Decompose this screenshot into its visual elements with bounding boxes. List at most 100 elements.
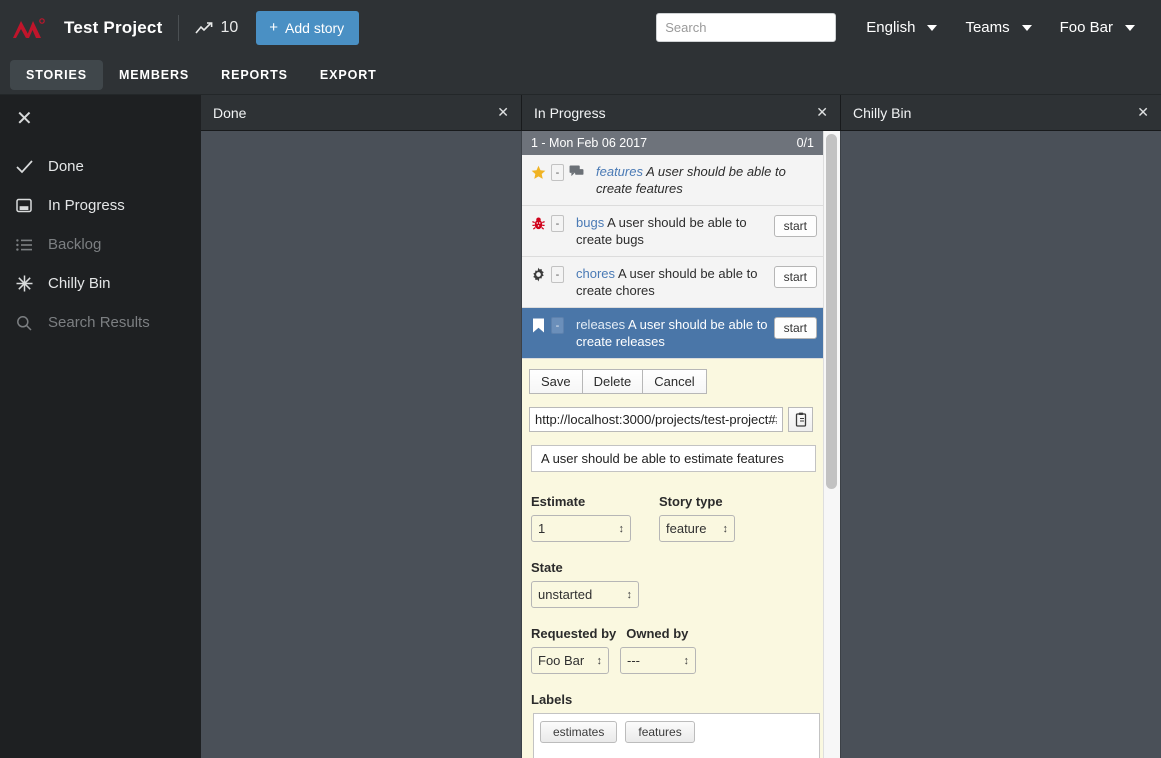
state-label: State <box>531 560 816 575</box>
board: Done ✕ In Progress ✕ 1 - Mon Feb 06 2017… <box>201 95 1161 758</box>
iteration-label: 1 - Mon Feb 06 2017 <box>531 136 647 150</box>
story-type-tag: releases <box>576 317 625 332</box>
teams-label: Teams <box>965 19 1009 36</box>
close-icon[interactable]: ✕ <box>1137 104 1149 121</box>
requested-by-label: Requested by <box>531 626 616 641</box>
sidebar-item-backlog[interactable]: Backlog <box>0 225 201 264</box>
teams-dropdown[interactable]: Teams <box>951 19 1045 36</box>
story-type-tag: bugs <box>576 215 604 230</box>
fulcrum-logo[interactable] <box>4 17 54 39</box>
story-start-button[interactable]: start <box>774 215 817 237</box>
column-header: Done ✕ <box>201 95 522 131</box>
estimate-select[interactable]: 1 <box>531 515 631 542</box>
owned-by-select[interactable]: --- <box>620 647 696 674</box>
story-icons: - <box>530 316 564 334</box>
story-text: features A user should be able to create… <box>596 163 813 197</box>
sidebar-item-label: Backlog <box>48 236 101 253</box>
story-type-tag: features <box>596 164 643 179</box>
story-row[interactable]: - releases A user should be able to crea… <box>522 308 823 359</box>
requested-by-select[interactable]: Foo Bar <box>531 647 609 674</box>
scrollbar-thumb[interactable] <box>826 134 837 489</box>
user-dropdown[interactable]: Foo Bar <box>1046 19 1149 36</box>
chevron-down-icon <box>1022 25 1032 31</box>
sidebar-item-in-progress[interactable]: In Progress <box>0 186 201 225</box>
column-chilly-bin: Chilly Bin ✕ <box>841 95 1161 758</box>
chevron-down-icon <box>1125 25 1135 31</box>
column-title: Chilly Bin <box>853 105 911 121</box>
tab-members[interactable]: MEMBERS <box>103 60 205 90</box>
labels-label: Labels <box>531 692 816 707</box>
clipboard-icon[interactable] <box>788 407 813 432</box>
bug-icon <box>530 216 546 232</box>
story-type-select[interactable]: feature <box>659 515 735 542</box>
story-start-button[interactable]: start <box>774 266 817 288</box>
label-chip[interactable]: features <box>625 721 694 743</box>
story-url-row <box>529 407 816 432</box>
top-navbar: Test Project 10 + Add story English Team… <box>0 0 1161 55</box>
sidebar-item-chilly-bin[interactable]: Chilly Bin <box>0 264 201 303</box>
stories-scroll-area: 1 - Mon Feb 06 2017 0/1 - <box>522 131 823 758</box>
story-icons: - <box>530 265 564 283</box>
sidebar-item-label: Search Results <box>48 314 150 331</box>
story-row[interactable]: - bugs A user should be able to create b… <box>522 206 823 257</box>
comment-icon <box>569 165 584 180</box>
snowflake-icon <box>0 275 48 292</box>
delete-button[interactable]: Delete <box>582 369 644 394</box>
story-estimate[interactable]: - <box>551 317 564 334</box>
story-edit-form: Save Delete Cancel <box>522 359 823 758</box>
title-divider <box>178 15 179 41</box>
state-group: State unstarted <box>531 560 816 608</box>
bookmark-icon <box>530 318 546 334</box>
close-icon[interactable]: ✕ <box>497 104 509 121</box>
list-icon <box>0 239 48 251</box>
sidebar-item-done[interactable]: Done <box>0 147 201 186</box>
save-button[interactable]: Save <box>529 369 583 394</box>
cancel-button[interactable]: Cancel <box>642 369 706 394</box>
scrollbar-track[interactable] <box>823 131 840 758</box>
plus-icon: + <box>269 20 278 35</box>
velocity-indicator: 10 <box>195 19 238 37</box>
label-chip[interactable]: estimates <box>540 721 617 743</box>
sidebar-item-label: In Progress <box>48 197 125 214</box>
language-dropdown[interactable]: English <box>836 19 951 36</box>
user-label: Foo Bar <box>1060 19 1113 36</box>
trend-up-icon <box>195 21 214 35</box>
story-estimate[interactable]: - <box>551 266 564 283</box>
sidebar-close-icon[interactable]: ✕ <box>0 95 46 129</box>
close-icon[interactable]: ✕ <box>816 104 828 121</box>
story-text: releases A user should be able to create… <box>576 316 770 350</box>
language-label: English <box>866 19 915 36</box>
iteration-header: 1 - Mon Feb 06 2017 0/1 <box>522 131 823 155</box>
sidebar-item-list: Done In Progress Backlog <box>0 147 201 342</box>
search-input[interactable] <box>656 13 836 42</box>
column-header: In Progress ✕ <box>522 95 841 131</box>
tab-stories[interactable]: STORIES <box>10 60 103 90</box>
tab-reports[interactable]: REPORTS <box>205 60 304 90</box>
column-in-progress: In Progress ✕ 1 - Mon Feb 06 2017 0/1 - <box>522 95 841 758</box>
form-action-buttons: Save Delete Cancel <box>529 369 816 394</box>
search-icon <box>0 315 48 331</box>
tab-export[interactable]: EXPORT <box>304 60 393 90</box>
story-type-tag: chores <box>576 266 615 281</box>
sidebar-item-label: Done <box>48 158 84 175</box>
add-story-button[interactable]: + Add story <box>256 11 359 45</box>
add-story-label: Add story <box>285 20 344 36</box>
story-estimate[interactable]: - <box>551 215 564 232</box>
column-body: 1 - Mon Feb 06 2017 0/1 - <box>522 131 841 758</box>
star-icon <box>530 165 546 181</box>
story-row[interactable]: - chores A user should be able to create… <box>522 257 823 308</box>
state-select[interactable]: unstarted <box>531 581 639 608</box>
story-text: bugs A user should be able to create bug… <box>576 214 770 248</box>
labels-input[interactable]: estimates features <box>533 713 820 758</box>
story-title-input[interactable] <box>531 445 816 472</box>
sidebar-item-label: Chilly Bin <box>48 275 111 292</box>
sidebar-item-search-results[interactable]: Search Results <box>0 303 201 342</box>
story-estimate[interactable]: - <box>551 164 564 181</box>
sidebar: ✕ Done In Progress <box>0 95 201 758</box>
column-header: Chilly Bin ✕ <box>841 95 1161 131</box>
velocity-value: 10 <box>220 19 238 37</box>
column-title: Done <box>213 105 246 121</box>
story-start-button[interactable]: start <box>774 317 817 339</box>
story-url-input[interactable] <box>529 407 783 432</box>
story-row[interactable]: - features A user should be able to crea… <box>522 155 823 206</box>
